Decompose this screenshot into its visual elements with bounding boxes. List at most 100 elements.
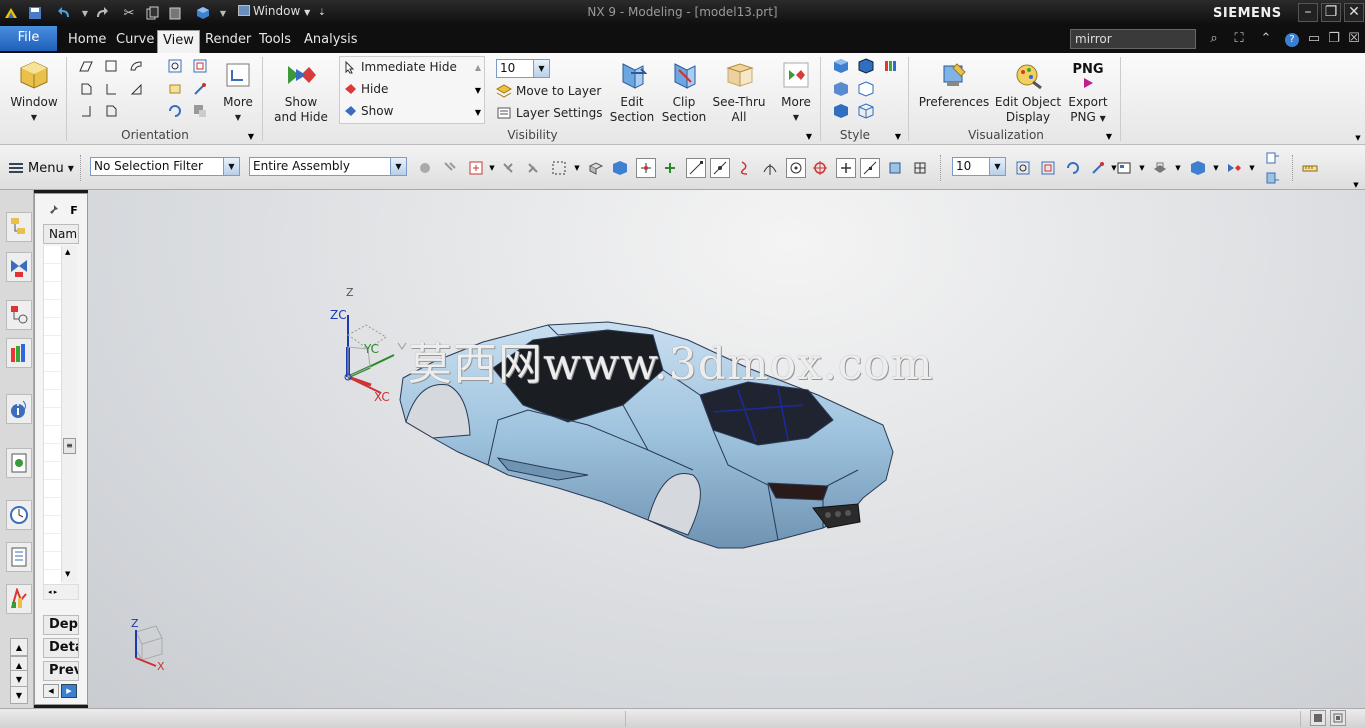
- point-on-curve-icon[interactable]: [860, 158, 880, 178]
- column-header-name[interactable]: Nam: [43, 224, 79, 244]
- point-on-face-icon[interactable]: [885, 158, 905, 178]
- existing-point-icon[interactable]: [836, 158, 856, 178]
- resbar-scroll-end-icon[interactable]: ▼: [10, 686, 28, 704]
- menu-button[interactable]: Menu ▼: [8, 158, 74, 178]
- hide-item[interactable]: Hide: [343, 79, 388, 99]
- scroll-down-icon[interactable]: ▼: [65, 570, 70, 578]
- bounded-grid-icon[interactable]: [910, 158, 930, 178]
- export-png-button[interactable]: PNG Export PNG ▼: [1064, 58, 1112, 126]
- horizontal-scrollbar[interactable]: ◂ ▸: [43, 584, 79, 600]
- restore-button[interactable]: ❐: [1321, 3, 1341, 22]
- edit-section-button[interactable]: Edit Section: [606, 58, 658, 125]
- rectangle-select-icon[interactable]: [549, 158, 569, 178]
- visibility-more-button[interactable]: More ▼: [776, 58, 816, 125]
- show-hide-toolbar-icon[interactable]: [1224, 158, 1244, 178]
- zoom-in-out-icon[interactable]: [191, 80, 209, 98]
- rotate-icon[interactable]: [166, 102, 184, 120]
- full-screen-toggle-icon[interactable]: [1310, 710, 1326, 726]
- snap-points-icon[interactable]: [636, 158, 656, 178]
- gallery-down-icon[interactable]: ▼: [469, 81, 487, 99]
- scroll-thumb[interactable]: ≡: [63, 438, 76, 454]
- studio-icon[interactable]: [882, 57, 900, 75]
- copy-icon[interactable]: [144, 4, 162, 22]
- collapse-ribbon-icon[interactable]: ⌃: [1257, 30, 1275, 48]
- tab-curve[interactable]: Curve: [111, 30, 159, 53]
- customize-icon[interactable]: ⇣: [318, 8, 326, 18]
- move-to-layer-item[interactable]: Move to Layer: [496, 81, 601, 101]
- quick-pick-icon[interactable]: [660, 158, 680, 178]
- general-select-icon[interactable]: [440, 158, 460, 178]
- edit-object-display-button[interactable]: Edit Object Display: [992, 58, 1064, 125]
- dependencies-section[interactable]: Depe: [43, 615, 79, 635]
- assembly-scope-select[interactable]: Entire Assembly ▼: [249, 157, 407, 176]
- scroll-up-icon[interactable]: ▲: [65, 248, 70, 256]
- fit-view-icon[interactable]: [1013, 158, 1033, 178]
- undo-icon[interactable]: [56, 4, 74, 22]
- paste-icon[interactable]: [166, 4, 184, 22]
- constraint-navigator-icon[interactable]: [6, 252, 32, 282]
- edit-section-view-icon[interactable]: [1150, 158, 1170, 178]
- nav-prev-icon[interactable]: ◀: [43, 684, 59, 698]
- window-button[interactable]: Window ▼: [4, 58, 64, 125]
- wireframe-solid-icon[interactable]: [586, 158, 606, 178]
- cube-dropdown-icon[interactable]: ▼: [214, 4, 232, 22]
- process-studio-icon[interactable]: [6, 542, 32, 572]
- layer-settings-item[interactable]: Layer Settings: [496, 103, 603, 123]
- part-navigator-icon[interactable]: [6, 300, 32, 330]
- tab-view[interactable]: View: [157, 30, 200, 53]
- front-view-icon[interactable]: [77, 80, 95, 98]
- preview-section[interactable]: Previ: [43, 661, 79, 681]
- window-menu[interactable]: Window ▼ ⇣: [238, 4, 326, 18]
- show-item[interactable]: Show: [343, 101, 393, 121]
- doc-minimize-icon[interactable]: ▭: [1305, 30, 1323, 48]
- chevron-down-icon[interactable]: ▼: [567, 158, 587, 178]
- orient-view-icon[interactable]: [191, 102, 209, 120]
- style-expand-icon[interactable]: ▼: [889, 127, 907, 145]
- immediate-hide-item[interactable]: Immediate Hide: [343, 57, 457, 77]
- resbar-scroll-up-icon[interactable]: ▲: [10, 638, 28, 656]
- details-section[interactable]: Deta: [43, 638, 79, 658]
- roles-icon[interactable]: [6, 584, 32, 614]
- chevron-down-icon[interactable]: ▼: [1242, 158, 1262, 178]
- tab-render[interactable]: Render: [200, 30, 256, 53]
- static-wireframe-icon[interactable]: [857, 102, 875, 120]
- navigator-list[interactable]: [43, 246, 61, 584]
- navigator-scrollbar[interactable]: ▲ ≡ ▼: [61, 246, 77, 582]
- chevron-down-icon[interactable]: ▼: [1132, 158, 1152, 178]
- graphics-window[interactable]: Z ZC YC XC 莫西网www.3dmox.com Z X: [88, 190, 1365, 708]
- preferences-button[interactable]: Preferences: [916, 58, 992, 110]
- left-view-icon[interactable]: [102, 80, 120, 98]
- tab-analysis[interactable]: Analysis: [299, 30, 363, 53]
- render-style-icon[interactable]: [1114, 158, 1134, 178]
- view-orient-icon[interactable]: [1188, 158, 1208, 178]
- tab-tools[interactable]: Tools: [254, 30, 296, 53]
- orientation-expand-icon[interactable]: ▼: [242, 127, 260, 145]
- pin-icon[interactable]: [45, 201, 63, 219]
- selection-filter-select[interactable]: No Selection Filter ▼: [90, 157, 240, 176]
- nav-next-icon[interactable]: ▶: [61, 684, 77, 698]
- file-tab[interactable]: File: [0, 26, 57, 51]
- top-view-icon[interactable]: [102, 57, 120, 75]
- intersection-point-icon[interactable]: [760, 158, 780, 178]
- status-options-icon[interactable]: [1330, 710, 1346, 726]
- zoom-window-icon[interactable]: [1038, 158, 1058, 178]
- zoom-icon[interactable]: [191, 57, 209, 75]
- help-icon[interactable]: ?: [1283, 30, 1301, 48]
- fit-icon[interactable]: [166, 57, 184, 75]
- redo-icon[interactable]: [92, 4, 110, 22]
- control-point-icon[interactable]: [735, 158, 755, 178]
- quadrant-point-icon[interactable]: [810, 158, 830, 178]
- select-feature-icon[interactable]: [415, 158, 435, 178]
- visualization-expand-icon[interactable]: ▼: [1100, 127, 1118, 145]
- close-button[interactable]: ✕: [1344, 3, 1364, 22]
- shaded-icon[interactable]: [857, 57, 875, 75]
- work-layer-select[interactable]: 10 ▼: [952, 157, 1006, 176]
- trimetric-icon[interactable]: [77, 57, 95, 75]
- displayed-part-icon[interactable]: [1262, 168, 1282, 188]
- select-all-icon[interactable]: [498, 158, 518, 178]
- bottom-view-icon[interactable]: [77, 102, 95, 120]
- pan-icon[interactable]: [166, 80, 184, 98]
- fullscreen-icon[interactable]: ⛶: [1230, 30, 1248, 48]
- arc-center-icon[interactable]: [786, 158, 806, 178]
- tab-home[interactable]: Home: [63, 30, 111, 53]
